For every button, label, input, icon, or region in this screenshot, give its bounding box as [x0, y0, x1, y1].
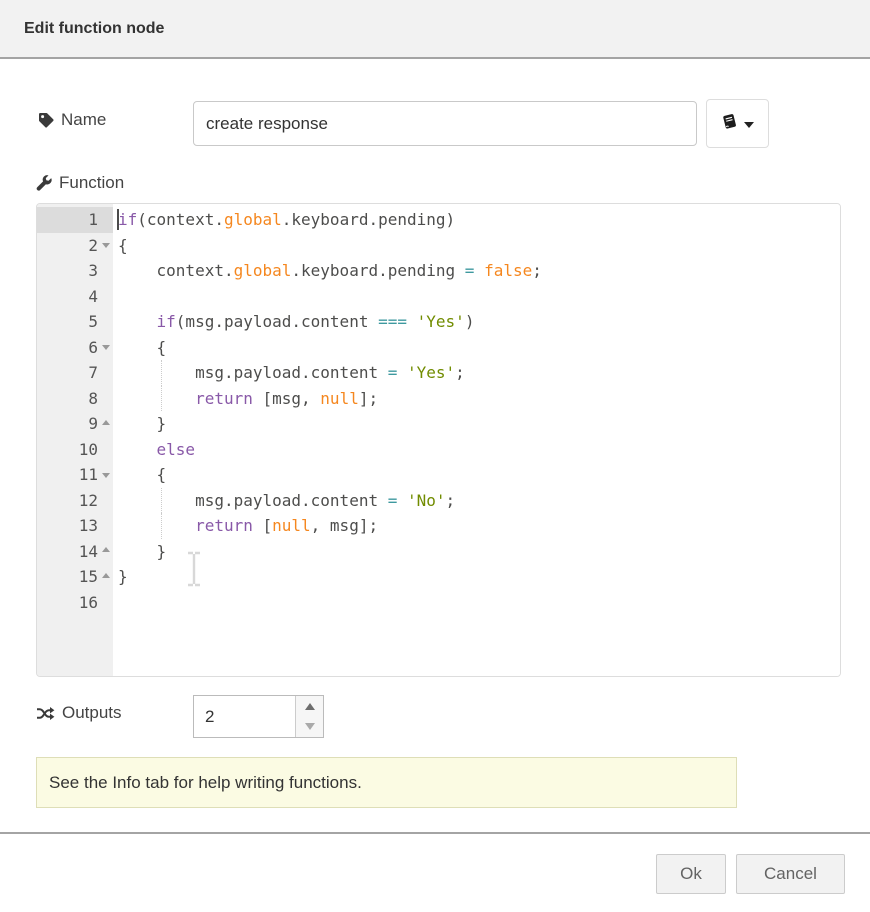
gutter-line-number[interactable]: 6	[37, 335, 113, 361]
spinner-down-button[interactable]	[296, 717, 323, 738]
dialog-header: Edit function node	[0, 0, 870, 59]
code-line: return [null, msg];	[118, 513, 840, 539]
fold-arrow-down-icon[interactable]	[102, 473, 110, 478]
tag-icon	[38, 112, 54, 128]
code-line: {	[118, 335, 840, 361]
gutter-line-number[interactable]: 5	[37, 309, 113, 335]
cancel-button[interactable]: Cancel	[736, 854, 845, 894]
editor-code-area[interactable]: if(context.global.keyboard.pending){ con…	[113, 204, 840, 676]
gutter-line-number[interactable]: 7	[37, 360, 113, 386]
outputs-label: Outputs	[36, 703, 122, 723]
editor-gutter[interactable]: 12345678910111213141516	[37, 204, 113, 676]
code-line: {	[118, 462, 840, 488]
code-line: }	[118, 539, 840, 565]
library-button[interactable]	[706, 99, 769, 148]
gutter-line-number[interactable]: 10	[37, 437, 113, 463]
gutter-line-number[interactable]: 9	[37, 411, 113, 437]
code-line: msg.payload.content = 'Yes';	[118, 360, 840, 386]
spinner-up-button[interactable]	[296, 696, 323, 717]
code-line: }	[118, 411, 840, 437]
code-line: msg.payload.content = 'No';	[118, 488, 840, 514]
form-tip-text: See the Info tab for help writing functi…	[49, 758, 362, 807]
indent-guide	[161, 513, 162, 539]
indent-guide	[161, 360, 162, 386]
outputs-label-text: Outputs	[62, 703, 122, 723]
code-line: return [msg, null];	[118, 386, 840, 412]
fold-arrow-down-icon[interactable]	[102, 345, 110, 350]
footer-divider	[0, 832, 870, 834]
gutter-line-number[interactable]: 1	[37, 207, 113, 233]
code-line	[118, 284, 840, 310]
ok-button[interactable]: Ok	[656, 854, 726, 894]
outputs-input[interactable]	[194, 696, 294, 737]
caret-down-icon	[744, 122, 754, 128]
gutter-line-number[interactable]: 8	[37, 386, 113, 412]
gutter-line-number[interactable]: 15	[37, 564, 113, 590]
gutter-line-number[interactable]: 16	[37, 590, 113, 616]
gutter-line-number[interactable]: 3	[37, 258, 113, 284]
gutter-line-number[interactable]: 12	[37, 488, 113, 514]
name-input[interactable]	[193, 101, 697, 146]
gutter-line-number[interactable]: 13	[37, 513, 113, 539]
gutter-line-number[interactable]: 2	[37, 233, 113, 259]
gutter-line-number[interactable]: 4	[37, 284, 113, 310]
gutter-line-number[interactable]: 14	[37, 539, 113, 565]
code-editor[interactable]: 12345678910111213141516 if(context.globa…	[36, 203, 841, 677]
function-label-text: Function	[59, 173, 124, 193]
fold-arrow-up-icon[interactable]	[102, 573, 110, 578]
dialog-title: Edit function node	[24, 0, 164, 57]
indent-guide	[161, 386, 162, 412]
code-line: else	[118, 437, 840, 463]
code-line: {	[118, 233, 840, 259]
text-caret	[117, 209, 119, 230]
code-line: }	[118, 564, 840, 590]
outputs-spinner-field	[193, 695, 324, 738]
book-icon	[721, 113, 738, 134]
fold-arrow-up-icon[interactable]	[102, 420, 110, 425]
name-label-text: Name	[61, 110, 106, 130]
gutter-line-number[interactable]: 11	[37, 462, 113, 488]
name-label: Name	[38, 110, 106, 130]
mouse-ibeam-cursor	[184, 551, 204, 592]
fold-arrow-down-icon[interactable]	[102, 243, 110, 248]
form-tip-box: See the Info tab for help writing functi…	[36, 757, 737, 808]
arrow-down-icon	[305, 723, 315, 730]
code-line: context.global.keyboard.pending = false;	[118, 258, 840, 284]
code-line: if(msg.payload.content === 'Yes')	[118, 309, 840, 335]
fold-arrow-up-icon[interactable]	[102, 547, 110, 552]
wrench-icon	[36, 175, 52, 191]
indent-guide	[161, 488, 162, 514]
shuffle-icon	[36, 706, 55, 721]
spinner-controls	[295, 696, 323, 737]
code-line: if(context.global.keyboard.pending)	[118, 207, 840, 233]
arrow-up-icon	[305, 703, 315, 710]
edit-function-node-dialog: Edit function node Name	[0, 0, 870, 912]
function-label: Function	[36, 173, 124, 193]
code-line	[118, 590, 840, 616]
